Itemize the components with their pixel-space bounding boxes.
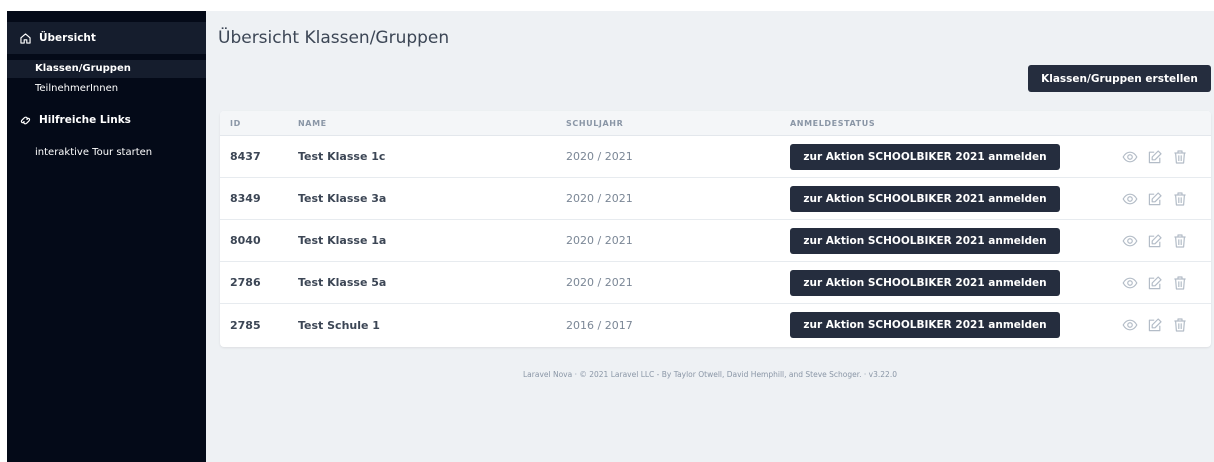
row-actions <box>1117 233 1211 249</box>
eye-icon[interactable] <box>1122 149 1138 165</box>
cell-id: 8437 <box>230 150 261 163</box>
edit-icon[interactable] <box>1147 149 1163 165</box>
trash-icon[interactable] <box>1172 275 1188 291</box>
cell-schuljahr: 2020 / 2021 <box>566 276 633 289</box>
sidebar-links-label: Hilfreiche Links <box>39 114 131 126</box>
eye-icon[interactable] <box>1122 275 1138 291</box>
column-header-id[interactable]: ID <box>220 119 290 128</box>
sidebar-item-teilnehmerinnen[interactable]: TeilnehmerInnen <box>7 81 206 97</box>
table-row: 8349 Test Klasse 3a 2020 / 2021 zur Akti… <box>220 178 1211 220</box>
table-row: 2785 Test Schule 1 2016 / 2017 zur Aktio… <box>220 304 1211 346</box>
cell-name[interactable]: Test Klasse 1c <box>290 150 558 163</box>
home-icon <box>20 32 31 44</box>
register-action-button[interactable]: zur Aktion SCHOOLBIKER 2021 anmelden <box>790 227 1060 254</box>
cell-id: 2786 <box>230 276 261 289</box>
cell-id: 2785 <box>230 318 261 332</box>
sidebar-item-tour[interactable]: interaktive Tour starten <box>7 145 206 161</box>
sidebar-item-overview[interactable]: Übersicht <box>7 22 206 54</box>
edit-icon[interactable] <box>1147 317 1163 333</box>
trash-icon[interactable] <box>1172 191 1188 207</box>
register-action-button[interactable]: zur Aktion SCHOOLBIKER 2021 anmelden <box>790 185 1060 212</box>
table-header: ID NAME SCHULJAHR ANMELDESTATUS <box>220 111 1211 136</box>
cell-schuljahr: 2020 / 2021 <box>566 150 633 163</box>
register-action-button[interactable]: zur Aktion SCHOOLBIKER 2021 anmelden <box>790 312 1060 338</box>
edit-icon[interactable] <box>1147 275 1163 291</box>
main-content: Übersicht Klassen/Gruppen Klassen/Gruppe… <box>206 11 1214 462</box>
sidebar: Übersicht Klassen/Gruppen TeilnehmerInne… <box>7 11 206 462</box>
cell-name[interactable]: Test Klasse 5a <box>290 276 558 289</box>
column-header-schuljahr[interactable]: SCHULJAHR <box>558 119 782 128</box>
sidebar-section-links[interactable]: Hilfreiche Links <box>7 109 206 131</box>
register-action-button[interactable]: zur Aktion SCHOOLBIKER 2021 anmelden <box>790 269 1060 296</box>
table-row: 8437 Test Klasse 1c 2020 / 2021 zur Akti… <box>220 136 1211 178</box>
eye-icon[interactable] <box>1122 233 1138 249</box>
table-row: 2786 Test Klasse 5a 2020 / 2021 zur Akti… <box>220 262 1211 304</box>
cell-name[interactable]: Test Schule 1 <box>290 319 558 332</box>
create-group-button[interactable]: Klassen/Gruppen erstellen <box>1028 65 1211 92</box>
row-actions <box>1117 191 1211 207</box>
eye-icon[interactable] <box>1122 317 1138 333</box>
trash-icon[interactable] <box>1172 149 1188 165</box>
cell-name[interactable]: Test Klasse 1a <box>290 234 558 247</box>
row-actions <box>1117 149 1211 165</box>
cell-schuljahr: 2020 / 2021 <box>566 234 633 247</box>
column-header-name[interactable]: NAME <box>290 119 558 128</box>
cell-schuljahr: 2016 / 2017 <box>566 318 633 332</box>
page-title: Übersicht Klassen/Gruppen <box>218 28 450 48</box>
cell-id: 8349 <box>230 192 261 205</box>
trash-icon[interactable] <box>1172 233 1188 249</box>
sidebar-item-klassen-gruppen[interactable]: Klassen/Gruppen <box>7 60 206 78</box>
cell-schuljahr: 2020 / 2021 <box>566 192 633 205</box>
edit-icon[interactable] <box>1147 191 1163 207</box>
column-header-anmeldestatus: ANMELDESTATUS <box>790 118 876 128</box>
cell-id: 8040 <box>230 234 261 247</box>
groups-table: ID NAME SCHULJAHR ANMELDESTATUS 8437 Tes… <box>220 111 1211 347</box>
table-body: 8437 Test Klasse 1c 2020 / 2021 zur Akti… <box>220 136 1211 346</box>
row-actions <box>1117 317 1211 333</box>
link-icon <box>20 116 31 124</box>
sidebar-overview-label: Übersicht <box>39 32 96 44</box>
register-action-button[interactable]: zur Aktion SCHOOLBIKER 2021 anmelden <box>790 143 1060 170</box>
table-row: 8040 Test Klasse 1a 2020 / 2021 zur Akti… <box>220 220 1211 262</box>
edit-icon[interactable] <box>1147 233 1163 249</box>
row-actions <box>1117 275 1211 291</box>
footer-text: Laravel Nova · © 2021 Laravel LLC - By T… <box>523 370 897 379</box>
cell-name[interactable]: Test Klasse 3a <box>290 192 558 205</box>
eye-icon[interactable] <box>1122 191 1138 207</box>
app-frame: Übersicht Klassen/Gruppen TeilnehmerInne… <box>7 11 1214 462</box>
trash-icon[interactable] <box>1172 317 1188 333</box>
